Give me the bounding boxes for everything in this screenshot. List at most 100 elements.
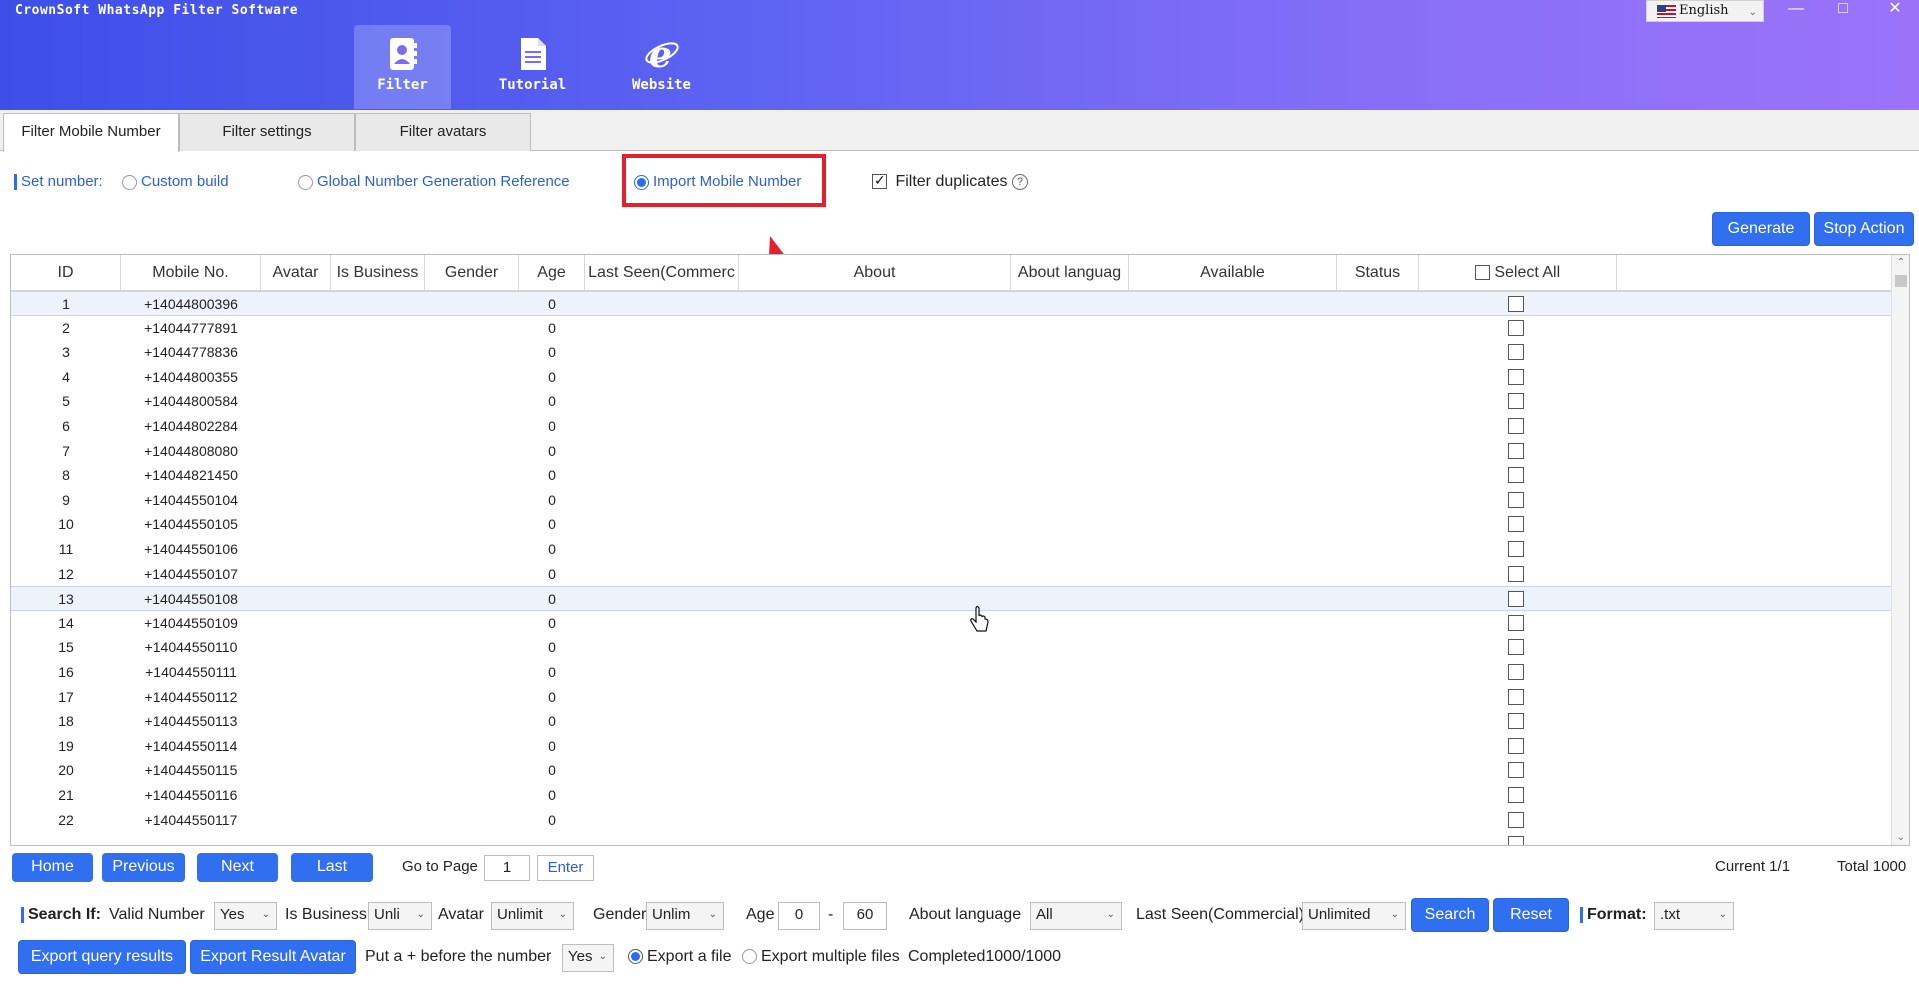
radio-global-number-reference[interactable]: Global Number Generation Reference (298, 173, 570, 190)
row-checkbox[interactable] (1508, 418, 1524, 434)
row-checkbox[interactable] (1508, 836, 1524, 845)
about-language-select[interactable]: All ⌄ (1030, 902, 1122, 930)
plus-prefix-select[interactable]: Yes ⌄ (562, 944, 614, 972)
row-checkbox[interactable] (1508, 811, 1524, 828)
close-button[interactable]: ✕ (1875, 0, 1915, 22)
row-checkbox[interactable] (1508, 491, 1524, 508)
row-checkbox[interactable] (1508, 664, 1524, 680)
language-select[interactable]: English ⌄ (1646, 0, 1764, 22)
col-select-all[interactable]: Select All (1419, 255, 1617, 291)
row-checkbox[interactable] (1508, 787, 1524, 803)
table-row[interactable]: 16 +14044550111 0 (11, 660, 1891, 685)
table-row[interactable]: 22 +14044550117 0 (11, 808, 1891, 833)
row-checkbox[interactable] (1508, 565, 1524, 582)
row-checkbox[interactable] (1508, 614, 1524, 631)
row-checkbox[interactable] (1508, 516, 1524, 533)
export-result-avatar-button[interactable]: Export Result Avatar (190, 940, 356, 974)
generate-button[interactable]: Generate (1712, 212, 1810, 246)
scroll-up-icon[interactable]: ⌃ (1892, 257, 1909, 268)
col-gender[interactable]: Gender (425, 255, 519, 291)
col-status[interactable]: Status (1337, 255, 1419, 291)
row-checkbox[interactable] (1508, 296, 1524, 312)
age-min-input[interactable]: 0 (778, 902, 820, 930)
table-row[interactable]: 18 +14044550113 0 (11, 709, 1891, 734)
col-age[interactable]: Age (519, 255, 585, 291)
col-mobile[interactable]: Mobile No. (121, 255, 261, 291)
row-checkbox[interactable] (1508, 368, 1524, 385)
nav-filter-button[interactable]: Filter (354, 25, 451, 109)
col-about-language[interactable]: About languag (1011, 255, 1129, 291)
col-id[interactable]: ID (11, 255, 121, 291)
enter-button[interactable]: Enter (537, 855, 594, 881)
age-max-input[interactable]: 60 (843, 902, 887, 930)
nav-website-button[interactable]: e Website (613, 25, 710, 109)
row-checkbox[interactable] (1508, 639, 1524, 656)
vertical-scrollbar[interactable]: ⌃ ⌄ (1891, 255, 1909, 845)
next-button[interactable]: Next (197, 853, 278, 882)
col-last-seen[interactable]: Last Seen(Commerc (585, 255, 739, 291)
last-seen-select[interactable]: Unlimited ⌄ (1302, 902, 1406, 930)
col-available[interactable]: Available (1129, 255, 1337, 291)
row-checkbox[interactable] (1508, 737, 1524, 754)
table-row[interactable]: 15 +14044550110 0 (11, 635, 1891, 660)
avatar-select[interactable]: Unlimit ⌄ (491, 902, 574, 930)
table-row[interactable]: 17 +14044550112 0 (11, 685, 1891, 710)
table-row[interactable]: 6 +14044802284 0 (11, 414, 1891, 439)
table-row[interactable]: 7 +14044808080 0 (11, 439, 1891, 464)
filter-duplicates-checkbox[interactable]: Filter duplicates ? (872, 172, 1028, 191)
tab-filter-avatars[interactable]: Filter avatars (355, 113, 531, 151)
col-about[interactable]: About (739, 255, 1011, 291)
row-checkbox[interactable] (1508, 688, 1524, 705)
previous-button[interactable]: Previous (102, 853, 185, 882)
row-checkbox[interactable] (1508, 541, 1524, 557)
nav-tutorial-button[interactable]: Tutorial (484, 25, 581, 109)
export-query-results-button[interactable]: Export query results (18, 940, 186, 974)
table-row[interactable]: 13 +14044550108 0 (11, 586, 1891, 611)
reset-button[interactable]: Reset (1493, 898, 1569, 932)
scroll-thumb[interactable] (1895, 275, 1907, 287)
maximize-button[interactable]: □ (1823, 0, 1863, 22)
row-checkbox[interactable] (1508, 344, 1524, 361)
radio-export-multiple[interactable]: Export multiple files (742, 948, 900, 966)
table-row[interactable]: 14 +14044550109 0 (11, 611, 1891, 636)
scroll-down-icon[interactable]: ⌄ (1892, 832, 1909, 843)
table-row[interactable]: 19 +14044550114 0 (11, 734, 1891, 759)
format-select[interactable]: .txt ⌄ (1654, 902, 1734, 930)
stop-action-button[interactable]: Stop Action (1814, 212, 1914, 246)
tab-filter-settings[interactable]: Filter settings (179, 113, 355, 151)
table-row[interactable]: 11 +14044550106 0 (11, 537, 1891, 562)
table-row[interactable]: 1 +14044800396 0 (11, 291, 1891, 316)
table-row[interactable]: 4 +14044800355 0 (11, 365, 1891, 390)
col-is-business[interactable]: Is Business (331, 255, 425, 291)
last-button[interactable]: Last (291, 853, 373, 882)
radio-custom-build[interactable]: Custom build (122, 173, 229, 190)
is-business-select[interactable]: Unli ⌄ (368, 902, 432, 930)
radio-export-file[interactable]: Export a file (628, 948, 731, 966)
help-icon[interactable]: ? (1011, 173, 1028, 190)
table-row[interactable]: 8 +14044821450 0 (11, 463, 1891, 488)
search-button[interactable]: Search (1411, 898, 1489, 932)
radio-import-mobile-number[interactable]: Import Mobile Number (634, 173, 801, 190)
row-checkbox[interactable] (1508, 393, 1524, 410)
row-checkbox[interactable] (1508, 591, 1524, 608)
minimize-button[interactable]: — (1776, 0, 1816, 22)
table-row[interactable]: 5 +14044800584 0 (11, 389, 1891, 414)
row-checkbox[interactable] (1508, 762, 1524, 779)
row-checkbox[interactable] (1508, 467, 1524, 484)
table-row[interactable]: 12 +14044550107 0 (11, 562, 1891, 587)
valid-number-select[interactable]: Yes ⌄ (214, 902, 277, 930)
page-input[interactable]: 1 (484, 855, 530, 881)
row-checkbox[interactable] (1508, 713, 1524, 730)
table-row[interactable]: 21 +14044550116 0 (11, 783, 1891, 808)
select-all-checkbox[interactable] (1474, 265, 1490, 281)
table-row[interactable]: 2 +14044777891 0 (11, 316, 1891, 341)
home-button[interactable]: Home (12, 853, 93, 882)
row-checkbox[interactable] (1508, 319, 1524, 336)
table-row[interactable]: 10 +14044550105 0 (11, 512, 1891, 537)
col-avatar[interactable]: Avatar (261, 255, 331, 291)
table-row[interactable]: 3 +14044778836 0 (11, 340, 1891, 365)
table-row[interactable]: 9 +14044550104 0 (11, 488, 1891, 513)
gender-select[interactable]: Unlim ⌄ (646, 902, 724, 930)
table-row[interactable]: 20 +14044550115 0 (11, 758, 1891, 783)
row-checkbox[interactable] (1508, 442, 1524, 459)
